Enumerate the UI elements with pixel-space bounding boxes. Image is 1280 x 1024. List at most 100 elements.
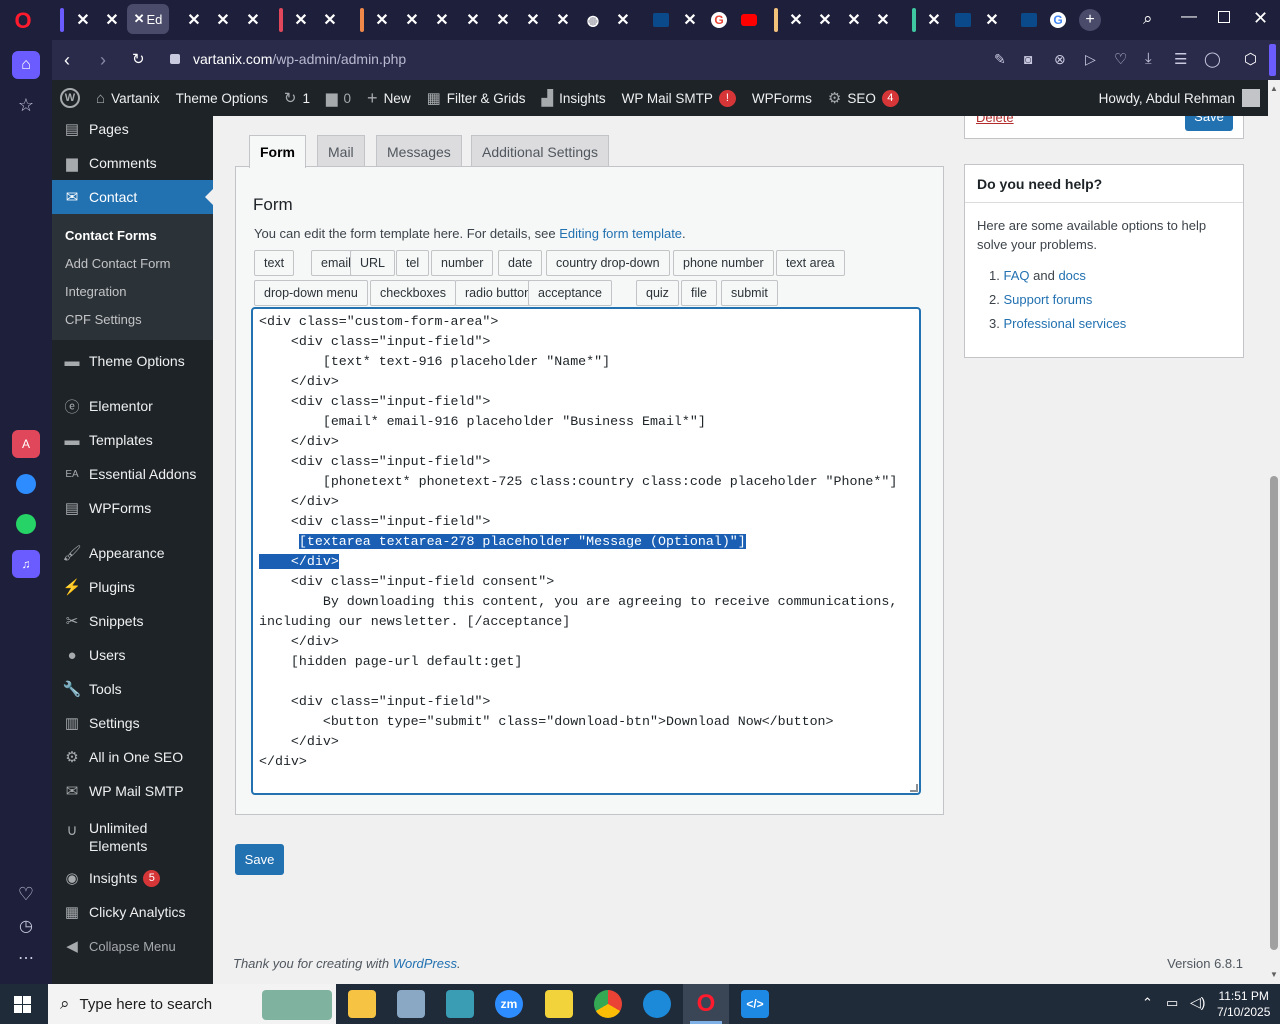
- camera-icon[interactable]: ◙: [1024, 51, 1032, 67]
- tab-x-icon[interactable]: ✕: [979, 7, 1005, 33]
- menu-contact[interactable]: ✉ Contact: [52, 180, 213, 214]
- tab-x-icon[interactable]: ✕: [610, 7, 636, 33]
- wpforms-link[interactable]: WPForms: [744, 80, 820, 116]
- resize-handle-icon[interactable]: [910, 784, 918, 792]
- tag-button-tel[interactable]: tel: [396, 250, 430, 276]
- tag-button-date[interactable]: date: [498, 250, 543, 276]
- tab-x-icon[interactable]: ✕: [99, 7, 125, 33]
- more-icon[interactable]: ⋯: [12, 944, 40, 972]
- aria-icon[interactable]: A: [12, 430, 40, 458]
- messenger-icon[interactable]: [12, 470, 40, 498]
- network-icon[interactable]: ▭: [1166, 995, 1178, 1011]
- app-icon[interactable]: [397, 990, 425, 1018]
- youtube-icon[interactable]: [736, 7, 762, 33]
- menu-comments[interactable]: ▆ Comments: [52, 146, 213, 180]
- tab-x-icon[interactable]: ✕: [783, 7, 809, 33]
- tab-x-icon[interactable]: ✕: [288, 7, 314, 33]
- heart-icon[interactable]: ♡: [12, 880, 40, 908]
- outlook-icon[interactable]: [648, 7, 674, 33]
- menu-users[interactable]: ● Users: [52, 638, 213, 672]
- volume-icon[interactable]: ◁): [1190, 994, 1205, 1011]
- menu-insights[interactable]: ◉ Insights 5: [52, 861, 213, 895]
- tab-x-icon[interactable]: ✕: [677, 7, 703, 33]
- menu-snippets[interactable]: ✂ Snippets: [52, 604, 213, 638]
- google-icon[interactable]: G: [1045, 7, 1071, 33]
- tab-x-icon[interactable]: ✕: [210, 7, 236, 33]
- site-name[interactable]: ⌂ Vartanix: [88, 80, 168, 116]
- profile-icon[interactable]: ◯: [1204, 50, 1221, 68]
- wp-mail-smtp-link[interactable]: WP Mail SMTP!: [614, 80, 744, 116]
- collapse-menu[interactable]: ◀ Collapse Menu: [52, 929, 213, 963]
- tag-button-number[interactable]: number: [431, 250, 494, 276]
- tab-x-icon[interactable]: ✕: [550, 7, 576, 33]
- tag-button-phone-number[interactable]: phone number: [673, 250, 774, 276]
- sticky-notes-icon[interactable]: [545, 990, 573, 1018]
- edge-icon[interactable]: [643, 990, 671, 1018]
- menu-plugins[interactable]: ⚡ Plugins: [52, 570, 213, 604]
- filter-grids-link[interactable]: ▦ Filter & Grids: [419, 80, 534, 116]
- tray-chevron-icon[interactable]: ⌃: [1142, 995, 1153, 1011]
- tab-x-icon[interactable]: ✕: [520, 7, 546, 33]
- block-icon[interactable]: ⊗: [1054, 51, 1066, 68]
- tag-button-quiz[interactable]: quiz: [636, 280, 679, 306]
- download-icon[interactable]: ⤓: [1145, 50, 1152, 67]
- home-icon[interactable]: ⌂: [12, 51, 40, 79]
- windows-start-icon[interactable]: [14, 996, 31, 1013]
- tab-x-icon[interactable]: ✕: [921, 7, 947, 33]
- updates-link[interactable]: ↻ 1: [276, 80, 318, 116]
- tag-button-submit[interactable]: submit: [721, 280, 778, 306]
- new-content-link[interactable]: + New: [359, 80, 419, 116]
- tab-x-icon[interactable]: ✕: [812, 7, 838, 33]
- tag-button-country-drop-down[interactable]: country drop-down: [546, 250, 670, 276]
- tab-form[interactable]: Form: [249, 135, 306, 168]
- tag-button-drop-down-menu[interactable]: drop-down menu: [254, 280, 368, 306]
- file-explorer-icon[interactable]: [348, 990, 376, 1018]
- scroll-down-icon[interactable]: ▼: [1270, 970, 1278, 979]
- taskbar-search[interactable]: ⌕ Type here to search: [48, 984, 336, 1024]
- menu-clicky[interactable]: ▦ Clicky Analytics: [52, 895, 213, 929]
- menu-elementor[interactable]: ⓔ Elementor: [52, 389, 213, 423]
- docs-link[interactable]: docs: [1058, 268, 1085, 283]
- tab-x-icon[interactable]: ✕: [369, 7, 395, 33]
- comments-link[interactable]: ▆ 0: [318, 80, 359, 116]
- vscode-icon[interactable]: </>: [741, 990, 769, 1018]
- tab-messages[interactable]: Messages: [376, 135, 462, 167]
- tab-x-icon[interactable]: ✕: [240, 7, 266, 33]
- menu-theme-options[interactable]: ▬ Theme Options: [52, 344, 213, 378]
- form-template-editor[interactable]: <div class="custom-form-area"> <div clas…: [251, 307, 921, 795]
- whatsapp-icon[interactable]: [12, 510, 40, 538]
- active-tab[interactable]: ✕ Ed: [127, 4, 169, 34]
- music-player-icon[interactable]: ♫: [12, 550, 40, 578]
- menu-wp-mail-smtp[interactable]: ✉ WP Mail SMTP: [52, 774, 213, 808]
- tag-button-text-area[interactable]: text area: [776, 250, 845, 276]
- support-forums-link[interactable]: Support forums: [1003, 292, 1092, 307]
- tab-x-icon[interactable]: ✕: [870, 7, 896, 33]
- new-tab-button[interactable]: +: [1079, 9, 1101, 31]
- professional-services-link[interactable]: Professional services: [1003, 316, 1126, 331]
- page-scrollbar[interactable]: ▲ ▼: [1268, 80, 1280, 984]
- tab-x-icon[interactable]: ✕: [429, 7, 455, 33]
- tab-additional-settings[interactable]: Additional Settings: [471, 135, 609, 167]
- app-icon[interactable]: [446, 990, 474, 1018]
- tag-button-acceptance[interactable]: acceptance: [528, 280, 612, 306]
- menu-aioseo[interactable]: ⚙ All in One SEO: [52, 740, 213, 774]
- menu-unlimited-elements[interactable]: ∪ Unlimited Elements: [52, 819, 213, 859]
- my-account[interactable]: Howdy, Abdul Rehman: [1091, 80, 1268, 116]
- tag-button-url[interactable]: URL: [350, 250, 396, 276]
- restore-icon[interactable]: [1218, 11, 1230, 23]
- url-field[interactable]: vartanix.com/wp-admin/admin.php: [193, 51, 406, 67]
- chrome-icon[interactable]: [594, 990, 622, 1018]
- tab-x-icon[interactable]: ✕: [841, 7, 867, 33]
- tab-x-icon[interactable]: ✕: [490, 7, 516, 33]
- submenu-contact-forms[interactable]: Contact Forms: [52, 221, 213, 249]
- opera-logo-icon[interactable]: O: [10, 8, 36, 34]
- tag-button-file[interactable]: file: [681, 280, 717, 306]
- menu-appearance[interactable]: 🖌 Appearance: [52, 536, 213, 570]
- save-button[interactable]: Save: [235, 844, 284, 875]
- menu-pages[interactable]: ▤ Pages: [52, 116, 213, 146]
- outlook-icon[interactable]: [950, 7, 976, 33]
- send-icon[interactable]: ▷: [1085, 51, 1096, 68]
- wordpress-link[interactable]: WordPress: [393, 956, 457, 971]
- back-icon[interactable]: ‹: [64, 50, 70, 71]
- heart-icon[interactable]: ♡: [1114, 50, 1127, 68]
